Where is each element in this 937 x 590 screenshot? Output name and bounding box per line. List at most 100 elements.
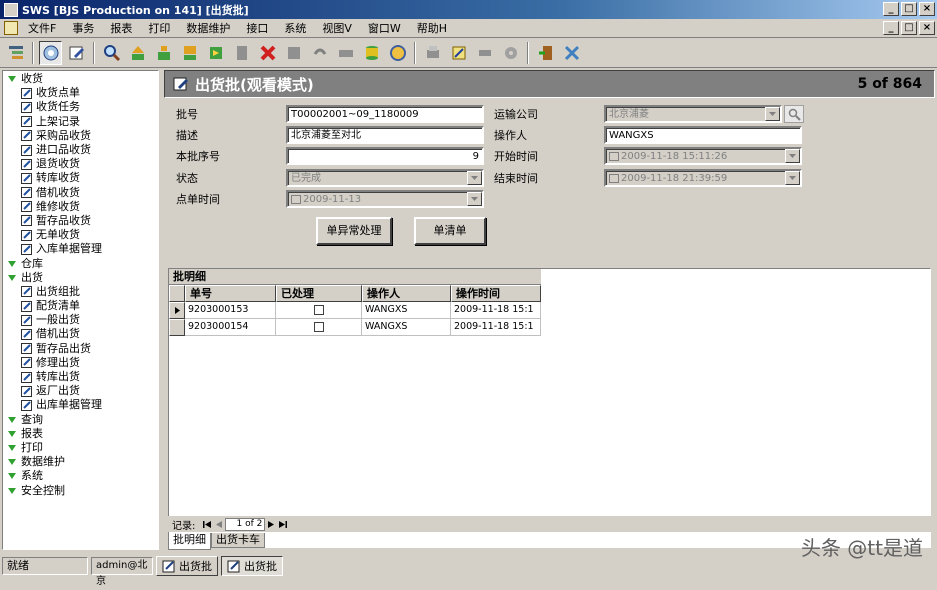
refresh-button[interactable] <box>386 41 409 65</box>
carrier-search-button[interactable] <box>784 105 804 123</box>
tree-group[interactable]: 打印 <box>3 441 158 455</box>
cell-no[interactable]: 9203000153 <box>185 302 276 319</box>
status-select[interactable]: 已完成 <box>286 169 484 187</box>
tree-item[interactable]: 返厂出货 <box>3 384 158 398</box>
column-header-time[interactable]: 操作时间 <box>451 285 541 302</box>
prev-record-button[interactable] <box>152 41 175 65</box>
batch-no-field[interactable]: T00002001~09_1180009 <box>286 105 484 123</box>
tree-item[interactable]: 转库出货 <box>3 370 158 384</box>
menu-data-maintenance[interactable]: 数据维护 <box>178 19 238 38</box>
first-record-button[interactable] <box>126 41 149 65</box>
tree-group[interactable]: 出货 <box>3 271 158 285</box>
nav-prev-button[interactable] <box>213 518 225 530</box>
chevron-down-icon[interactable] <box>785 171 800 185</box>
next-record-button[interactable] <box>178 41 201 65</box>
search-button[interactable] <box>100 41 123 65</box>
operator-field[interactable]: WANGXS <box>604 126 802 144</box>
edit-button[interactable] <box>65 41 88 65</box>
tree-item[interactable]: 借机收货 <box>3 186 158 200</box>
expand-icon[interactable] <box>6 73 18 85</box>
view-mode-button[interactable] <box>39 40 62 65</box>
carrier-select[interactable]: 北京浦菱 <box>604 105 782 123</box>
processed-checkbox[interactable] <box>313 305 324 315</box>
print-button[interactable] <box>421 41 444 65</box>
tree-item[interactable]: 出库单据管理 <box>3 398 158 412</box>
column-header-processed[interactable]: 已处理 <box>276 285 362 302</box>
database-button[interactable] <box>360 41 383 65</box>
close-button[interactable]: × <box>919 2 935 16</box>
last-record-button[interactable] <box>204 41 227 65</box>
tree-item[interactable]: 暂存品出货 <box>3 342 158 356</box>
tree-group[interactable]: 收货 <box>3 72 158 86</box>
tree-item[interactable]: 退货收货 <box>3 157 158 171</box>
menu-print[interactable]: 打印 <box>140 19 178 38</box>
seq-field[interactable]: 9 <box>286 147 484 165</box>
cell-processed[interactable] <box>276 319 362 336</box>
nav-last-button[interactable] <box>277 518 289 530</box>
tree-item[interactable]: 配货清单 <box>3 299 158 313</box>
cancel-button[interactable] <box>334 41 357 65</box>
edit-data-button[interactable] <box>447 41 470 65</box>
tree-item[interactable]: 收货点单 <box>3 86 158 100</box>
tree-item[interactable]: 借机出货 <box>3 327 158 341</box>
tab-batch-detail[interactable]: 批明细 <box>168 533 211 550</box>
menu-view[interactable]: 视图V <box>314 19 360 38</box>
document-icon[interactable] <box>4 21 18 35</box>
tree-item[interactable]: 进口品收货 <box>3 143 158 157</box>
tree-item[interactable]: 采购品收货 <box>3 129 158 143</box>
taskbar-window-2[interactable]: 出货批 <box>221 556 283 576</box>
tree-group[interactable]: 查询 <box>3 413 158 427</box>
menu-window[interactable]: 窗口W <box>360 19 409 38</box>
chevron-down-icon[interactable] <box>467 192 482 206</box>
tree-group[interactable]: 系统 <box>3 469 158 483</box>
close-window-button[interactable] <box>560 41 583 65</box>
expand-icon[interactable] <box>6 485 18 497</box>
list-button[interactable]: 单清单 <box>414 217 486 245</box>
mdi-close-button[interactable]: × <box>919 21 935 35</box>
tree-toggle-button[interactable] <box>4 41 27 65</box>
mdi-restore-button[interactable]: □ <box>901 21 917 35</box>
tree-item[interactable]: 收货任务 <box>3 100 158 114</box>
tree-item[interactable]: 无单收货 <box>3 228 158 242</box>
table-row[interactable]: 9203000154 WANGXS 2009-11-18 15:1 <box>169 319 541 336</box>
tree-group[interactable]: 安全控制 <box>3 483 158 497</box>
menu-help[interactable]: 帮助H <box>409 19 455 38</box>
chevron-down-icon[interactable] <box>467 171 482 185</box>
column-header-no[interactable]: 单号 <box>185 285 276 302</box>
undo-button[interactable] <box>308 41 331 65</box>
expand-icon[interactable] <box>6 428 18 440</box>
cell-operator[interactable]: WANGXS <box>362 302 451 319</box>
chevron-down-icon[interactable] <box>785 149 800 163</box>
delete-button[interactable] <box>256 41 279 65</box>
end-time-picker[interactable]: 2009-11-18 21:39:59 <box>604 169 802 187</box>
nav-first-button[interactable] <box>201 518 213 530</box>
exit-button[interactable] <box>534 41 557 65</box>
new-button[interactable] <box>230 41 253 65</box>
expand-icon[interactable] <box>6 456 18 468</box>
column-header-operator[interactable]: 操作人 <box>362 285 451 302</box>
table-row[interactable]: 9203000153 WANGXS 2009-11-18 15:1 <box>169 302 541 319</box>
page-indicator[interactable]: 1 of 2 <box>225 517 266 531</box>
cell-processed[interactable] <box>276 302 362 319</box>
expand-icon[interactable] <box>6 414 18 426</box>
minimize-button[interactable]: _ <box>883 2 899 16</box>
expand-icon[interactable] <box>6 442 18 454</box>
exception-handling-button[interactable]: 单异常处理 <box>316 217 392 245</box>
start-time-picker[interactable]: 2009-11-18 15:11:26 <box>604 147 802 165</box>
expand-icon[interactable] <box>6 470 18 482</box>
tree-item[interactable]: 修理出货 <box>3 356 158 370</box>
tree-group[interactable]: 仓库 <box>3 256 158 270</box>
tab-truck[interactable]: 出货卡车 <box>211 533 265 548</box>
menu-transaction[interactable]: 事务 <box>64 19 102 38</box>
mdi-minimize-button[interactable]: _ <box>883 21 899 35</box>
menu-system[interactable]: 系统 <box>276 19 314 38</box>
cell-time[interactable]: 2009-11-18 15:1 <box>451 302 541 319</box>
maximize-button[interactable]: □ <box>901 2 917 16</box>
expand-icon[interactable] <box>6 258 18 270</box>
tree-item[interactable]: 出货组批 <box>3 285 158 299</box>
expand-icon[interactable] <box>6 272 18 284</box>
tree-item[interactable]: 维修收货 <box>3 200 158 214</box>
processed-checkbox[interactable] <box>313 322 324 332</box>
chevron-down-icon[interactable] <box>765 107 780 121</box>
tree-item[interactable]: 入库单据管理 <box>3 242 158 256</box>
